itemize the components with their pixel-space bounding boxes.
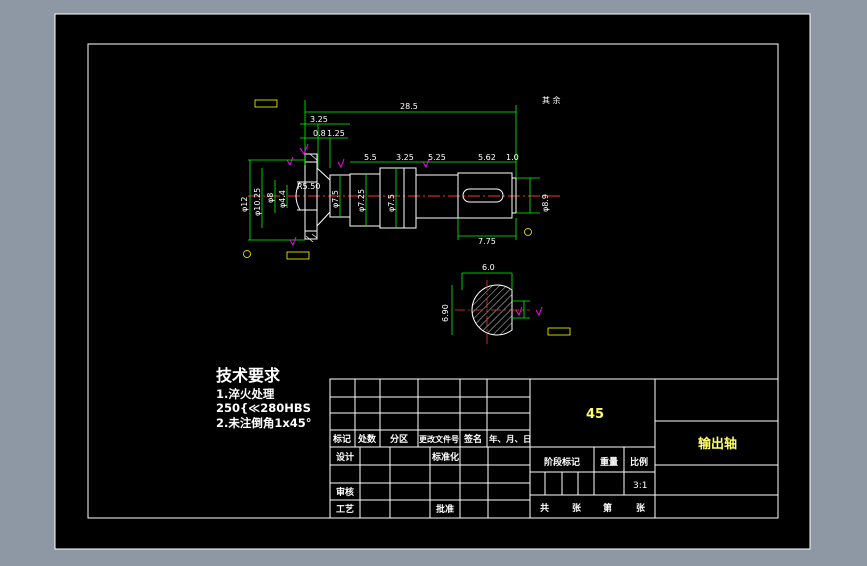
dim-dia-7-5-b: φ7.5 [387,194,396,212]
title-review: 审核 [336,486,354,498]
dim-3-25-b: 3.25 [396,153,414,162]
dim-dia-12: φ12 [240,197,249,212]
dim-1-0: 1.0 [506,153,519,162]
title-sheet-no: 第 [603,502,612,514]
dim-dia-10-25: φ10.25 [253,188,262,216]
title-row-label-4: 签名 [463,433,482,445]
title-row-label-0: 标记 [332,433,351,445]
title-row-label-2: 分区 [390,433,408,445]
dim-dia-4-4: φ4.4 [278,190,287,208]
cad-viewport: 28.5 3.25 0.8 1.25 5.5 3.25 5.25 5.62 1.… [0,0,867,562]
title-part-name: 输出轴 [698,436,737,452]
dim-0-8: 0.8 [313,129,326,138]
title-scale-label: 比例 [630,456,648,468]
title-stage-mark: 阶段标记 [544,456,580,468]
title-sheets-total: 共 [540,502,549,514]
dim-1-25: 1.25 [327,129,345,138]
drawing-canvas: 28.5 3.25 0.8 1.25 5.5 3.25 5.25 5.62 1.… [54,13,811,550]
title-standard: 标准化 [431,451,459,463]
dim-dia-7-5-a: φ7.5 [331,190,340,208]
dim-5-62: 5.62 [478,153,496,162]
dim-5-5: 5.5 [364,153,377,162]
dim-7-75: 7.75 [478,237,496,246]
drawing-sheet [54,13,811,550]
title-approve: 批准 [436,503,454,515]
title-sheet-unit-2: 张 [636,502,646,514]
title-process: 工艺 [336,503,354,515]
title-row-label-3: 更改文件号 [419,434,459,444]
dim-total-length: 28.5 [400,102,418,111]
tech-req-title: 技术要求 [216,366,281,385]
dim-key-width: 6.0 [482,263,495,272]
dim-3-25-a: 3.25 [310,115,328,124]
title-design: 设计 [336,451,354,463]
tech-req-line-3: 2.未注倒角1x45° [216,416,312,430]
title-row-label-1: 处数 [357,433,377,445]
tech-req-line-2: 250{≪280HBS [216,401,311,415]
title-material: 45 [586,407,604,422]
title-row-label-5: 年、月、日 [489,434,532,445]
title-scale-value: 3:1 [633,481,647,491]
dim-dia-8-9: φ8.9 [541,194,550,212]
title-sheets-unit: 张 [572,502,582,514]
dim-5-25: 5.25 [428,153,446,162]
dim-key-depth: 6.90 [441,304,450,322]
tech-req-line-1: 1.淬火处理 [216,387,275,401]
dim-r5-50: R5.50 [297,182,320,191]
dim-dia-8: φ8 [266,193,275,203]
dim-roughness-note: 其 余 [542,95,561,105]
title-weight: 重量 [600,456,618,468]
dim-dia-7-25: φ7.25 [357,189,366,212]
